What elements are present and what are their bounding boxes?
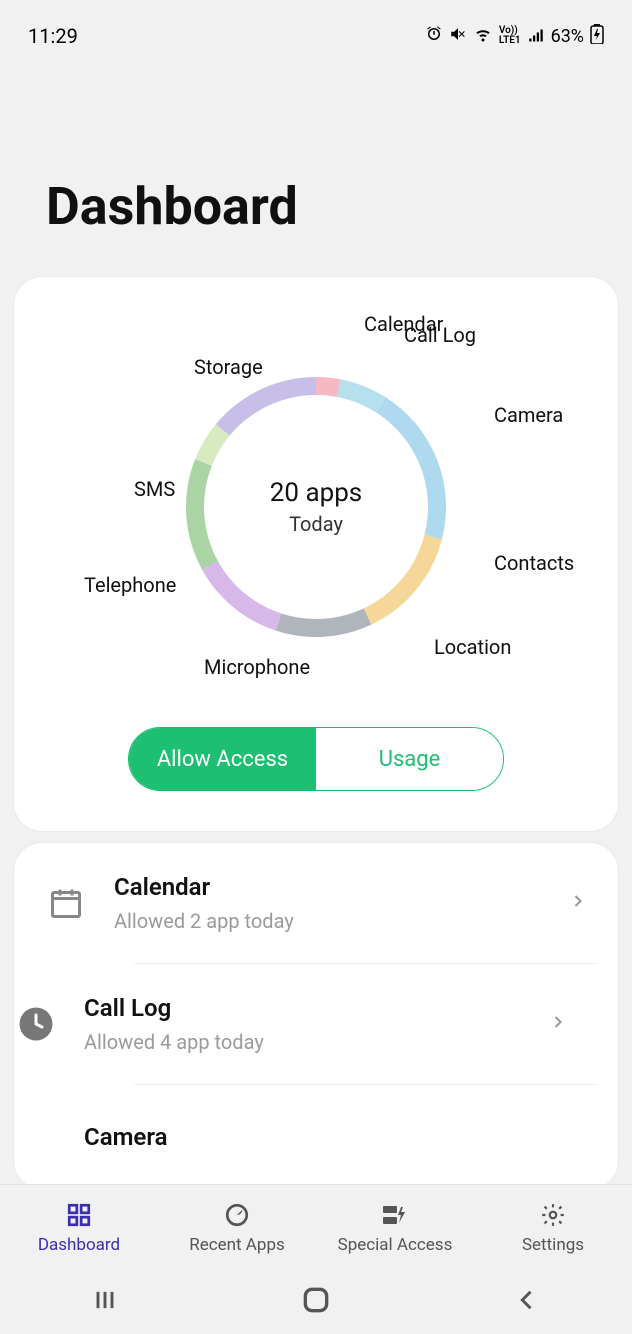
item-title: Camera bbox=[84, 1123, 568, 1151]
status-bar: 11:29 Vo))LTE1 63% bbox=[0, 0, 632, 56]
nav-recent-apps[interactable]: Recent Apps bbox=[158, 1185, 316, 1270]
permissions-chart-card: 20 apps Today CalendarCall LogCameraCont… bbox=[14, 277, 618, 831]
nav-settings[interactable]: Settings bbox=[474, 1185, 632, 1270]
slice-label-telephone: Telephone bbox=[84, 573, 176, 597]
donut-slice-storage bbox=[216, 377, 316, 436]
access-toggle: Allow Access Usage bbox=[128, 727, 504, 791]
donut-slice-contacts bbox=[364, 535, 442, 625]
item-text: Camera bbox=[84, 1123, 568, 1151]
clock-icon bbox=[14, 1002, 58, 1046]
special-icon bbox=[381, 1201, 409, 1229]
slice-label-contacts: Contacts bbox=[494, 551, 574, 575]
settings-icon bbox=[539, 1201, 567, 1229]
list-item[interactable]: Calendar Allowed 2 app today bbox=[14, 843, 618, 963]
dashboard-icon bbox=[65, 1201, 93, 1229]
back-button[interactable] bbox=[513, 1286, 541, 1318]
home-button[interactable] bbox=[300, 1284, 332, 1320]
mute-icon bbox=[449, 25, 467, 48]
slice-label-camera: Camera bbox=[494, 403, 563, 427]
nav-label: Recent Apps bbox=[189, 1235, 285, 1255]
item-title: Call Log bbox=[84, 994, 522, 1022]
donut-subtitle: Today bbox=[270, 512, 362, 536]
donut-slice-telephone bbox=[186, 459, 218, 569]
item-text: Call Log Allowed 4 app today bbox=[84, 994, 522, 1054]
nav-label: Settings bbox=[522, 1235, 584, 1255]
recents-button[interactable] bbox=[91, 1286, 119, 1318]
donut-slice-microphone bbox=[202, 561, 281, 631]
status-time: 11:29 bbox=[28, 24, 78, 48]
donut-title: 20 apps bbox=[270, 478, 362, 508]
slice-label-sms: SMS bbox=[134, 477, 175, 501]
nav-label: Special Access bbox=[338, 1235, 453, 1255]
donut-slice-call-log bbox=[337, 379, 386, 412]
battery-icon bbox=[590, 24, 604, 49]
alarm-icon bbox=[425, 25, 443, 48]
nav-label: Dashboard bbox=[38, 1235, 120, 1255]
slice-label-call-log: Call Log bbox=[404, 323, 476, 347]
usage-button[interactable]: Usage bbox=[316, 728, 503, 790]
camera-icon bbox=[14, 1115, 58, 1159]
nav-dashboard[interactable]: Dashboard bbox=[0, 1185, 158, 1270]
battery-text: 63% bbox=[551, 26, 584, 47]
donut-chart: 20 apps Today CalendarCall LogCameraCont… bbox=[34, 307, 598, 707]
page-title: Dashboard bbox=[0, 56, 632, 277]
item-text: Calendar Allowed 2 app today bbox=[114, 873, 542, 933]
permissions-list: Calendar Allowed 2 app today Call Log Al… bbox=[14, 843, 618, 1184]
bottom-nav: Dashboard Recent Apps Special Access Set… bbox=[0, 1184, 632, 1270]
nav-special-access[interactable]: Special Access bbox=[316, 1185, 474, 1270]
list-item[interactable]: Call Log Allowed 4 app today bbox=[134, 963, 598, 1084]
wifi-icon bbox=[473, 25, 493, 48]
list-item[interactable]: Camera bbox=[134, 1084, 598, 1184]
slice-label-microphone: Microphone bbox=[204, 655, 310, 679]
chevron-right-icon bbox=[548, 1012, 568, 1036]
status-indicators: Vo))LTE1 63% bbox=[425, 24, 604, 49]
chevron-right-icon bbox=[568, 891, 588, 915]
allow-access-button[interactable]: Allow Access bbox=[129, 728, 316, 790]
slice-label-location: Location bbox=[434, 635, 511, 659]
donut-slice-camera bbox=[376, 397, 446, 539]
donut-slice-location bbox=[276, 608, 372, 637]
item-sub: Allowed 2 app today bbox=[114, 909, 542, 933]
lte-icon: Vo))LTE1 bbox=[499, 26, 521, 46]
calendar-icon bbox=[44, 881, 88, 925]
donut-center: 20 apps Today bbox=[270, 478, 362, 536]
recent-icon bbox=[223, 1201, 251, 1229]
slice-label-storage: Storage bbox=[194, 355, 263, 379]
system-nav bbox=[0, 1270, 632, 1334]
item-sub: Allowed 4 app today bbox=[84, 1030, 522, 1054]
signal-icon bbox=[527, 25, 545, 48]
item-title: Calendar bbox=[114, 873, 542, 901]
donut-slice-calendar bbox=[316, 377, 340, 397]
